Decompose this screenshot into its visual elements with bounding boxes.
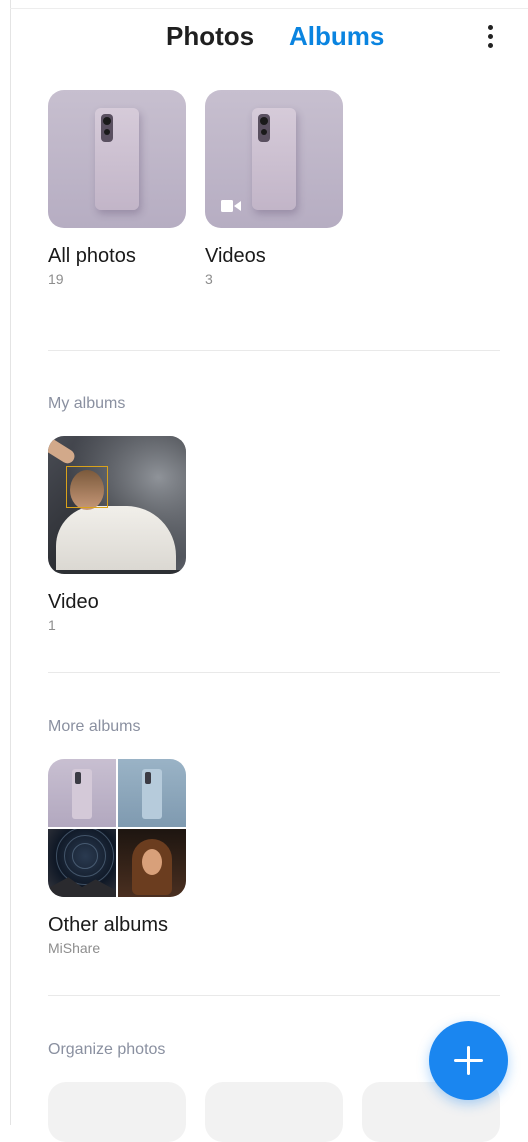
face-detection-box bbox=[66, 466, 108, 508]
video-camera-icon bbox=[221, 200, 241, 212]
album-video[interactable]: Video 1 bbox=[48, 436, 186, 634]
section-divider bbox=[48, 995, 500, 996]
section-title-organize-photos: Organize photos bbox=[48, 1041, 166, 1058]
album-thumbnail bbox=[48, 436, 186, 574]
album-title: Videos bbox=[205, 245, 266, 267]
album-count: 19 bbox=[48, 271, 64, 287]
header: Photos Albums bbox=[0, 0, 528, 72]
organize-card[interactable] bbox=[205, 1082, 343, 1142]
more-options-button[interactable] bbox=[480, 22, 502, 52]
album-thumbnail bbox=[205, 90, 343, 228]
tab-albums[interactable]: Albums bbox=[289, 20, 384, 52]
album-videos[interactable]: Videos 3 bbox=[205, 90, 343, 288]
organize-card[interactable] bbox=[48, 1082, 186, 1142]
album-title: Other albums bbox=[48, 914, 169, 936]
tab-photos[interactable]: Photos bbox=[166, 20, 254, 52]
album-title: Video bbox=[48, 591, 99, 613]
section-title-my-albums: My albums bbox=[48, 395, 126, 412]
album-source: MiShare bbox=[48, 940, 101, 956]
section-divider bbox=[48, 672, 500, 673]
album-thumbnail-collage bbox=[48, 759, 186, 897]
section-divider bbox=[48, 350, 500, 351]
album-count: 1 bbox=[48, 617, 56, 633]
album-title: All photos bbox=[48, 245, 136, 267]
add-album-button[interactable] bbox=[429, 1021, 508, 1100]
window-edge bbox=[10, 0, 11, 1125]
section-title-more-albums: More albums bbox=[48, 718, 141, 735]
album-other-albums[interactable]: Other albums MiShare bbox=[48, 759, 186, 957]
album-thumbnail bbox=[48, 90, 186, 228]
album-all-photos[interactable]: All photos 19 bbox=[48, 90, 186, 288]
album-count: 3 bbox=[205, 271, 213, 287]
